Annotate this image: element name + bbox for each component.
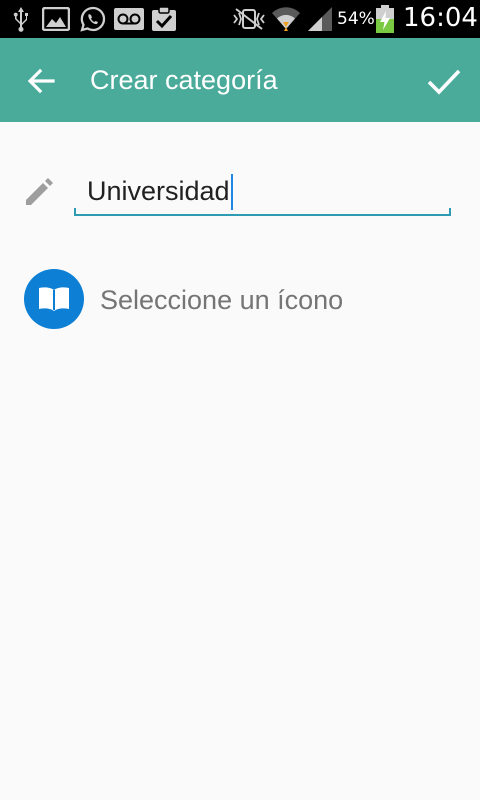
book-icon — [39, 287, 69, 311]
app-bar: Crear categoría — [0, 38, 480, 122]
status-clock: 16:04 — [403, 3, 478, 33]
category-name-input[interactable] — [74, 166, 451, 216]
select-icon-label: Seleccione un ícono — [100, 285, 344, 315]
input-underline — [74, 214, 451, 216]
voicemail-icon — [113, 5, 145, 33]
whatsapp-icon — [79, 5, 107, 33]
page-title: Crear categoría — [90, 65, 278, 95]
signal-icon — [305, 5, 335, 33]
arrow-back-icon — [27, 68, 55, 94]
battery-charging-icon — [374, 5, 396, 33]
vibrate-mute-icon — [232, 5, 266, 33]
text-cursor — [230, 174, 233, 210]
check-icon — [427, 69, 461, 95]
battery-percentage: 54% — [337, 9, 375, 29]
back-button[interactable] — [18, 58, 64, 104]
confirm-button[interactable] — [420, 58, 468, 106]
selected-icon-badge — [24, 269, 84, 329]
input-underline-left-tick — [74, 208, 76, 216]
input-underline-right-tick — [449, 208, 451, 216]
clipboard-check-icon — [150, 5, 178, 33]
usb-icon — [10, 5, 32, 33]
pencil-icon — [26, 178, 53, 205]
status-bar: 54% 16:04 — [0, 0, 480, 38]
select-icon-row[interactable]: Seleccione un ícono — [0, 262, 480, 338]
image-icon — [41, 5, 71, 33]
category-name-field[interactable] — [74, 166, 451, 218]
wifi-icon — [271, 5, 301, 33]
